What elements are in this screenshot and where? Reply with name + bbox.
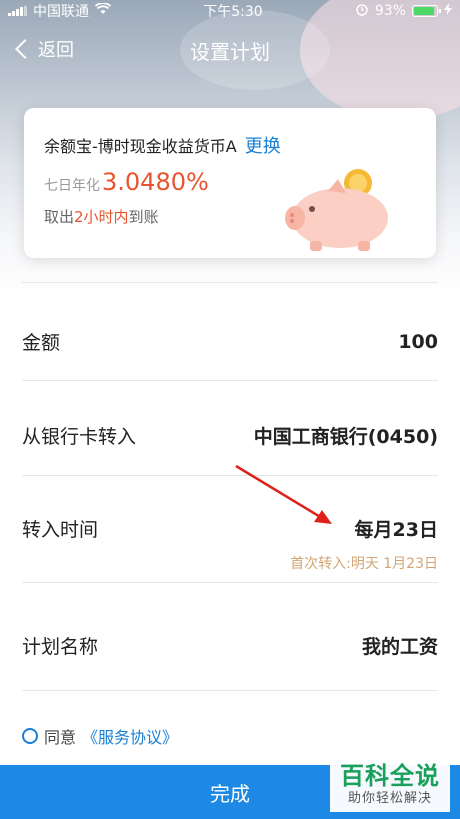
amount-label: 金额 (22, 332, 61, 354)
piggy-bank-icon (285, 169, 388, 251)
fund-name-row: 余额宝-博时现金收益货币A 更换 (44, 132, 416, 158)
battery-percent: 93% (374, 3, 406, 19)
clock: 下午5:30 (203, 4, 263, 20)
signal-icon (8, 6, 27, 16)
status-right: 93% (355, 2, 452, 20)
watermark-logo: 百科全说 助你轻松解决 (330, 760, 450, 812)
carrier-name: 中国联通 (33, 4, 89, 20)
status-bar: 中国联通 下午5:30 93% (0, 0, 460, 22)
transfer-time-value: 每月23日 (354, 519, 438, 541)
change-fund-link[interactable]: 更换 (245, 136, 281, 157)
divider (22, 582, 438, 583)
annotation-arrow-icon (235, 464, 332, 524)
divider (22, 690, 438, 691)
agreement-row: 同意 《服务协议》 (22, 724, 178, 748)
divider (22, 380, 438, 381)
charging-icon (443, 3, 452, 19)
watermark-main: 百科全说 (340, 762, 440, 790)
alarm-icon (355, 2, 369, 20)
yield-value: 3.0480% (102, 168, 209, 196)
nav-bar: 返回 设置计划 (0, 28, 460, 72)
bank-label: 从银行卡转入 (22, 426, 137, 448)
first-transfer-note: 首次转入:明天 1月23日 (290, 556, 438, 572)
plan-name-label: 计划名称 (22, 636, 99, 658)
amount-value: 100 (398, 330, 438, 353)
bank-value: 中国工商银行(0450) (253, 426, 438, 448)
battery-icon (411, 5, 441, 17)
service-agreement-link[interactable]: 《服务协议》 (82, 724, 178, 748)
fund-name: 余额宝-博时现金收益货币A (44, 137, 237, 156)
divider (22, 282, 438, 283)
amount-row[interactable]: 金额 100 (22, 328, 438, 355)
agree-radio[interactable] (22, 728, 38, 744)
agree-prefix: 同意 (44, 728, 77, 747)
transfer-time-label: 转入时间 (22, 519, 99, 541)
arrival-prefix: 取出 (44, 208, 75, 226)
fund-card: 余额宝-博时现金收益货币A 更换 七日年化 3.0480% 取出2小时内到账 (24, 108, 436, 258)
wifi-icon (94, 2, 112, 19)
arrival-highlight: 2小时内 (74, 208, 129, 226)
bank-card-row[interactable]: 从银行卡转入 中国工商银行(0450) (22, 422, 438, 449)
plan-name-value: 我的工资 (361, 636, 438, 658)
page-title: 设置计划 (190, 40, 270, 64)
arrival-suffix: 到账 (128, 208, 159, 226)
plan-name-row[interactable]: 计划名称 我的工资 (22, 632, 438, 659)
yield-label: 七日年化 (44, 178, 100, 194)
watermark-sub: 助你轻松解决 (347, 791, 432, 806)
status-left: 中国联通 (8, 1, 112, 21)
